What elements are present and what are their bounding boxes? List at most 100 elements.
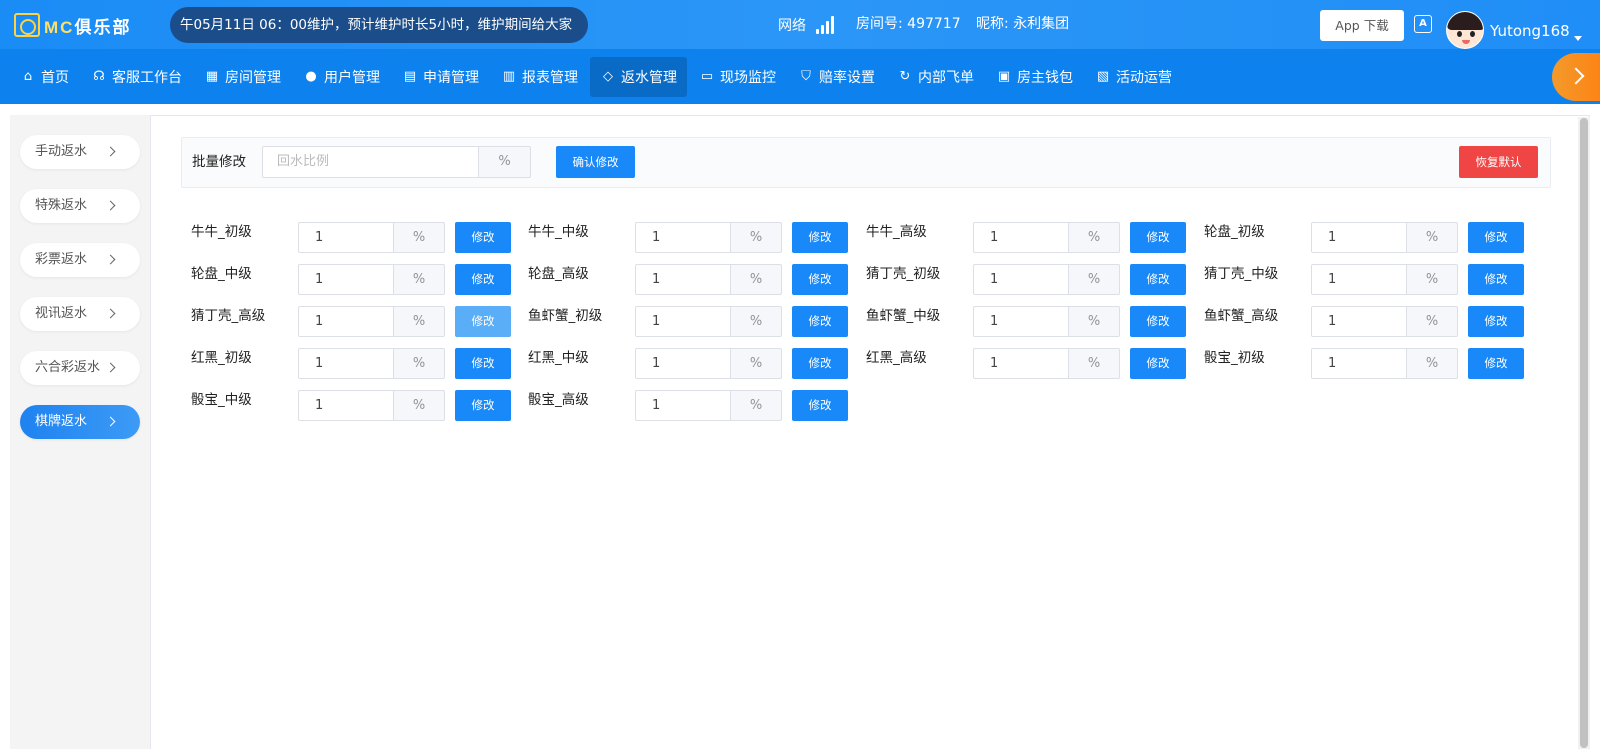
wallet-icon: ▣ — [997, 69, 1011, 84]
nav-item-3[interactable]: ● 用户管理 — [293, 57, 390, 97]
rate-value-input[interactable]: 1 — [973, 222, 1069, 253]
rate-value-input[interactable]: 1 — [298, 264, 394, 295]
percent-suffix: % — [394, 306, 445, 337]
rate-value-input[interactable]: 1 — [298, 222, 394, 253]
sidebar-item-1[interactable]: 特殊返水 — [20, 189, 140, 223]
nav-scroll-right-button[interactable] — [1552, 53, 1600, 101]
sidebar-item-2[interactable]: 彩票返水 — [20, 243, 140, 277]
avatar[interactable] — [1446, 11, 1484, 49]
rate-value-input[interactable]: 1 — [298, 348, 394, 379]
chevron-right-icon — [105, 362, 116, 373]
modify-button[interactable]: 修改 — [1130, 222, 1186, 253]
modify-button[interactable]: 修改 — [792, 390, 848, 421]
nav-item-label: 内部飞单 — [918, 69, 974, 86]
nav-item-10[interactable]: ▣ 房主钱包 — [986, 57, 1083, 97]
modify-button[interactable]: 修改 — [1130, 264, 1186, 295]
percent-suffix: % — [394, 264, 445, 295]
signal-icon — [816, 15, 834, 34]
nav-item-11[interactable]: ▧ 活动运营 — [1085, 57, 1182, 97]
sidebar-item-4[interactable]: 六合彩返水 — [20, 351, 140, 385]
content-frame — [10, 115, 1590, 749]
sidebar-item-label: 视讯返水 — [35, 306, 88, 321]
confirm-edit-button[interactable]: 确认修改 — [556, 146, 635, 178]
modify-button[interactable]: 修改 — [792, 222, 848, 253]
percent-suffix: % — [1069, 264, 1120, 295]
rate-label: 鱼虾蟹_中级 — [866, 308, 941, 324]
scrollbar-thumb[interactable] — [1580, 118, 1588, 748]
main-nav: ⌂ 首页 ☊ 客服工作台 ▦ 房间管理 ● 用户管理 ▤ 申请管理 ▥ 报表管理 ◇ 返水管理 ▭ 现场监控 ⛉… — [0, 49, 1600, 104]
nav-item-5[interactable]: ▥ 报表管理 — [491, 57, 588, 97]
translate-icon[interactable]: A — [1414, 15, 1432, 33]
rate-value-input[interactable]: 1 — [1311, 264, 1407, 295]
modify-button[interactable]: 修改 — [792, 348, 848, 379]
nickname: 昵称: 永利集团 — [976, 16, 1070, 32]
rate-value-input[interactable]: 1 — [1311, 222, 1407, 253]
headset-icon: ☊ — [93, 69, 105, 84]
rate-value-input[interactable]: 1 — [635, 306, 731, 337]
rate-value-input[interactable]: 1 — [635, 390, 731, 421]
chevron-down-icon[interactable] — [1574, 36, 1582, 41]
sidebar-item-label: 棋牌返水 — [35, 414, 88, 429]
nav-item-8[interactable]: ⛉ 赔率设置 — [788, 57, 885, 97]
nav-item-label: 报表管理 — [522, 69, 578, 86]
top-bar: MC俱乐部 午05月11日 06：00维护，预计维护时长5小时，维护期间给大家 … — [0, 0, 1600, 49]
nav-item-label: 用户管理 — [324, 69, 380, 86]
sidebar-item-0[interactable]: 手动返水 — [20, 135, 140, 169]
nav-item-label: 返水管理 — [621, 69, 677, 86]
modify-button[interactable]: 修改 — [1468, 306, 1524, 337]
rate-value-input[interactable]: 1 — [1311, 306, 1407, 337]
bar-chart-icon: ▥ — [502, 69, 516, 84]
modify-button[interactable]: 修改 — [455, 306, 511, 337]
nav-item-1[interactable]: ☊ 客服工作台 — [81, 57, 192, 97]
rate-value-input[interactable]: 1 — [635, 348, 731, 379]
logo-icon — [14, 13, 40, 37]
nav-item-9[interactable]: ↻ 内部飞单 — [887, 57, 984, 97]
modify-button[interactable]: 修改 — [455, 348, 511, 379]
rate-value-input[interactable]: 1 — [635, 264, 731, 295]
nav-item-label: 首页 — [41, 69, 69, 86]
percent-suffix: % — [731, 390, 782, 421]
rate-label: 牛牛_中级 — [528, 224, 589, 240]
rate-value-input[interactable]: 1 — [635, 222, 731, 253]
rate-value-input[interactable]: 1 — [1311, 348, 1407, 379]
chevron-right-icon — [105, 146, 116, 157]
nav-item-0[interactable]: ⌂ 首页 — [10, 57, 79, 97]
modify-button[interactable]: 修改 — [455, 222, 511, 253]
modify-button[interactable]: 修改 — [455, 264, 511, 295]
shield-icon: ⛉ — [801, 69, 811, 84]
rate-label: 轮盘_中级 — [191, 266, 252, 282]
batch-ratio-input[interactable]: 回水比例 — [262, 146, 479, 178]
rate-item: 猜丁壳_初级 1% 修改 — [866, 263, 1196, 297]
rate-value-input[interactable]: 1 — [298, 390, 394, 421]
nav-item-4[interactable]: ▤ 申请管理 — [392, 57, 489, 97]
rate-value-input[interactable]: 1 — [973, 306, 1069, 337]
sidebar-item-3[interactable]: 视讯返水 — [20, 297, 140, 331]
nav-item-label: 房间管理 — [225, 69, 281, 86]
modify-button[interactable]: 修改 — [792, 264, 848, 295]
nav-item-6[interactable]: ◇ 返水管理 — [590, 56, 687, 97]
modify-button[interactable]: 修改 — [455, 390, 511, 421]
rate-value-input[interactable]: 1 — [973, 348, 1069, 379]
sidebar-item-5[interactable]: 棋牌返水 — [20, 405, 140, 439]
modify-button[interactable]: 修改 — [1468, 348, 1524, 379]
modify-button[interactable]: 修改 — [1130, 348, 1186, 379]
nav-item-7[interactable]: ▭ 现场监控 — [689, 57, 786, 97]
rate-value-input[interactable]: 1 — [973, 264, 1069, 295]
percent-suffix: % — [1069, 348, 1120, 379]
modify-button[interactable]: 修改 — [1130, 306, 1186, 337]
restore-default-button[interactable]: 恢复默认 — [1459, 146, 1538, 178]
app-download-button[interactable]: App 下载 — [1320, 10, 1404, 41]
network-status: 网络 — [778, 0, 834, 49]
modify-button[interactable]: 修改 — [792, 306, 848, 337]
rate-label: 猜丁壳_高级 — [191, 308, 266, 324]
rate-label: 轮盘_初级 — [1204, 224, 1265, 240]
chevron-right-icon — [105, 308, 116, 319]
sidebar: 手动返水特殊返水彩票返水视讯返水六合彩返水棋牌返水 — [10, 115, 151, 749]
sidebar-item-label: 六合彩返水 — [35, 360, 101, 375]
nav-item-2[interactable]: ▦ 房间管理 — [194, 57, 291, 97]
rate-value-input[interactable]: 1 — [298, 306, 394, 337]
rate-label: 骰宝_中级 — [191, 392, 252, 408]
modify-button[interactable]: 修改 — [1468, 264, 1524, 295]
modify-button[interactable]: 修改 — [1468, 222, 1524, 253]
chevron-right-icon — [105, 254, 116, 265]
